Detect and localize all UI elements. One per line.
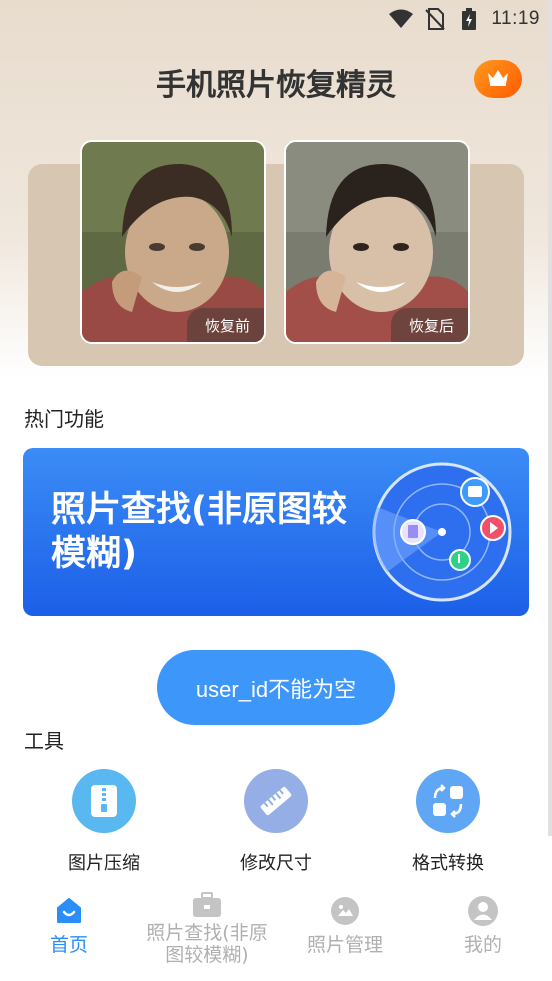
nav-label: 照片管理: [306, 934, 383, 956]
no-sim-icon: [423, 8, 447, 30]
nav-label: 首页: [49, 934, 88, 956]
nav-label: 照片查找(非原图较模糊): [146, 922, 268, 966]
wifi-icon: [389, 8, 414, 30]
zip-icon: [72, 769, 136, 833]
banner-title: 照片查找(非原图较模糊): [51, 490, 347, 574]
photo-before[interactable]: 恢复前: [80, 140, 266, 344]
before-label: 恢复前: [186, 308, 264, 342]
tool-label: 图片压缩: [68, 853, 140, 874]
ruler-icon: [244, 769, 308, 833]
status-time: 11:19: [491, 8, 540, 29]
battery-charging-icon: [457, 8, 481, 30]
tool-label: 格式转换: [412, 853, 484, 874]
status-bar: 11:19: [0, 0, 552, 38]
vip-button[interactable]: [474, 60, 522, 98]
crown-icon: [486, 67, 510, 91]
image-icon: [330, 896, 360, 926]
tool-resize[interactable]: 修改尺寸: [216, 769, 336, 875]
convert-icon: [416, 769, 480, 833]
radar-icon: [372, 462, 512, 602]
bottom-navigation: 首页 照片查找(非原图较模糊) 照片管理 我的: [0, 884, 552, 981]
app-title: 手机照片恢复精灵: [156, 68, 396, 103]
hot-section-title: 热门功能: [24, 407, 104, 431]
nav-item-mine[interactable]: 我的: [414, 896, 552, 956]
nav-label: 我的: [463, 934, 502, 956]
nav-item-photo-search[interactable]: 照片查找(非原图较模糊): [138, 890, 276, 966]
tool-label: 修改尺寸: [240, 853, 312, 874]
user-icon: [468, 896, 498, 926]
tool-image-compress[interactable]: 图片压缩: [44, 769, 164, 875]
tool-format-convert[interactable]: 格式转换: [388, 769, 508, 875]
photo-after[interactable]: 恢复后: [284, 140, 470, 344]
scrollbar[interactable]: [548, 0, 552, 836]
home-icon: [54, 896, 84, 926]
tools-section-title: 工具: [24, 729, 64, 753]
after-label: 恢复后: [390, 308, 468, 342]
toolbox-icon: [192, 890, 222, 920]
error-toast: user_id不能为空: [157, 650, 395, 725]
nav-item-home[interactable]: 首页: [0, 896, 138, 956]
nav-item-photo-manage[interactable]: 照片管理: [276, 896, 414, 956]
photo-search-banner[interactable]: 照片查找(非原图较模糊): [23, 448, 529, 616]
